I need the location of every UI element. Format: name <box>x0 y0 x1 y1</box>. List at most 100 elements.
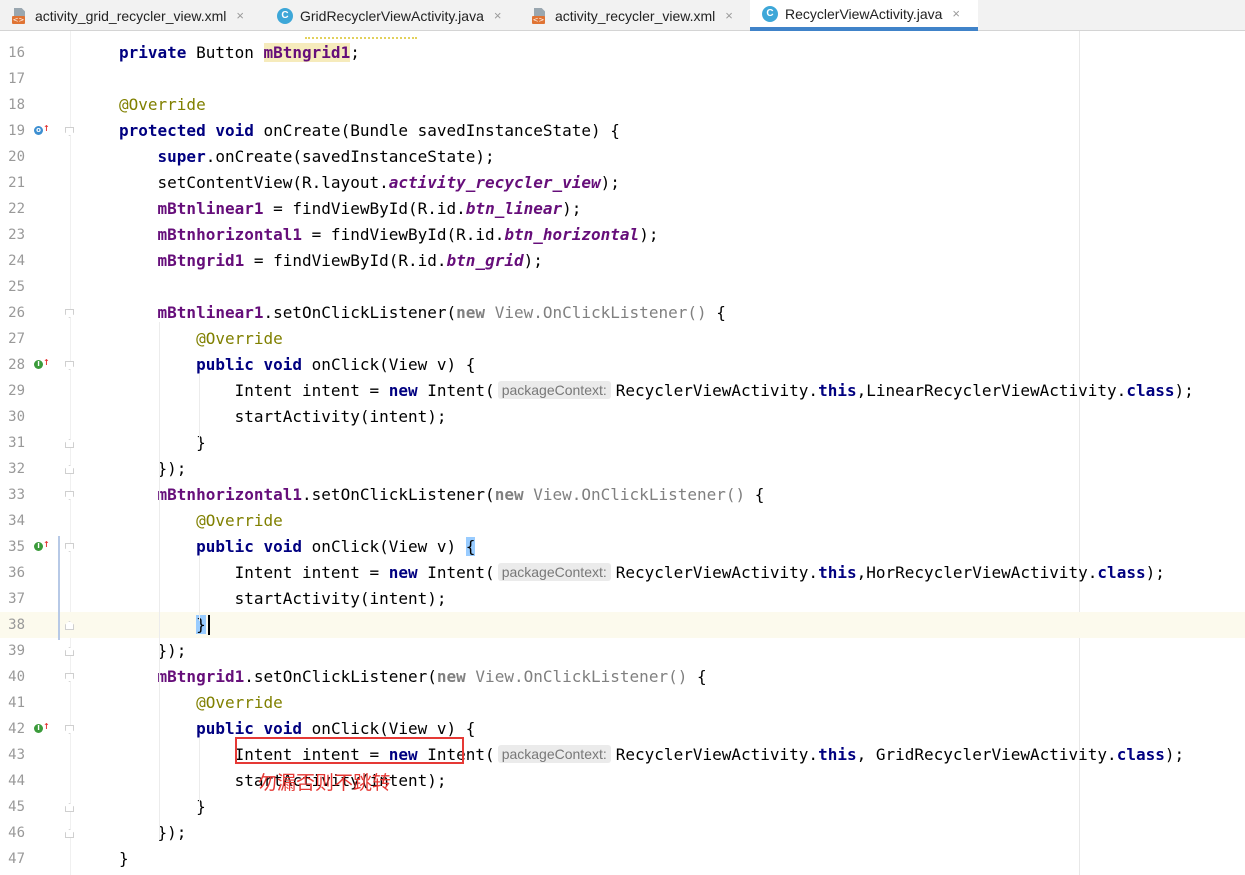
line-number[interactable]: 42 <box>0 716 25 742</box>
code-text[interactable]: }); <box>119 638 187 664</box>
code-text[interactable]: @Override <box>119 508 283 534</box>
line-number[interactable]: 40 <box>0 664 25 690</box>
line-number[interactable]: 21 <box>0 170 25 196</box>
code-line[interactable]: 31 } <box>0 430 1245 456</box>
line-number[interactable]: 41 <box>0 690 25 716</box>
code-text[interactable]: private Button mBtngrid1; <box>119 40 360 66</box>
code-line[interactable]: 34 @Override <box>0 508 1245 534</box>
code-line[interactable]: 30 startActivity(intent); <box>0 404 1245 430</box>
code-line[interactable]: 26 mBtnlinear1.setOnClickListener(new Vi… <box>0 300 1245 326</box>
code-text[interactable]: Intent intent = new Intent(packageContex… <box>119 560 1165 586</box>
line-number[interactable]: 28 <box>0 352 25 378</box>
line-number[interactable]: 47 <box>0 846 25 872</box>
code-line[interactable]: 28 public void onClick(View v) { <box>0 352 1245 378</box>
implement-method-icon[interactable]: I ↑ <box>34 719 50 734</box>
code-editor[interactable]: 16 private Button mBtngrid1; 17 18 @Override… <box>0 31 1245 875</box>
code-text[interactable]: @Override <box>119 690 283 716</box>
code-line[interactable]: 46 }); <box>0 820 1245 846</box>
tab-activity-grid-recycler-view-xml[interactable]: <> activity_grid_recycler_view.xml × <box>0 0 265 31</box>
code-text[interactable]: } <box>119 430 206 456</box>
code-line[interactable]: 41 @Override <box>0 690 1245 716</box>
vcs-change-marker[interactable] <box>58 536 60 640</box>
line-number[interactable]: 37 <box>0 586 25 612</box>
code-text[interactable]: mBtngrid1.setOnClickListener(new View.On… <box>119 664 707 690</box>
code-line[interactable]: 27 @Override <box>0 326 1245 352</box>
code-line[interactable]: 35 public void onClick(View v) { <box>0 534 1245 560</box>
code-line[interactable]: 43 Intent intent = new Intent(packageCon… <box>0 742 1245 768</box>
code-line[interactable]: 32 }); <box>0 456 1245 482</box>
line-number[interactable]: 35 <box>0 534 25 560</box>
line-number[interactable]: 30 <box>0 404 25 430</box>
code-line[interactable]: 38 } <box>0 612 1245 638</box>
code-text[interactable]: mBtngrid1 = findViewById(R.id.btn_grid); <box>119 248 543 274</box>
implement-method-icon[interactable]: I ↑ <box>34 537 50 552</box>
code-line[interactable]: 29 Intent intent = new Intent(packageCon… <box>0 378 1245 404</box>
code-line[interactable]: 24 mBtngrid1 = findViewById(R.id.btn_gri… <box>0 248 1245 274</box>
close-icon[interactable]: × <box>494 8 502 23</box>
line-number[interactable]: 29 <box>0 378 25 404</box>
close-icon[interactable]: × <box>725 8 733 23</box>
line-number[interactable]: 25 <box>0 274 25 300</box>
code-line[interactable]: 18 @Override <box>0 92 1245 118</box>
code-text[interactable]: mBtnlinear1 = findViewById(R.id.btn_line… <box>119 196 582 222</box>
line-number[interactable]: 39 <box>0 638 25 664</box>
code-text[interactable]: public void onClick(View v) { <box>119 534 476 560</box>
code-text[interactable]: public void onClick(View v) { <box>119 352 475 378</box>
line-number[interactable]: 22 <box>0 196 25 222</box>
code-text[interactable]: super.onCreate(savedInstanceState); <box>119 144 495 170</box>
line-number[interactable]: 23 <box>0 222 25 248</box>
code-text[interactable]: setContentView(R.layout.activity_recycle… <box>119 170 620 196</box>
code-text[interactable]: mBtnhorizontal1 = findViewById(R.id.btn_… <box>119 222 659 248</box>
line-number[interactable]: 26 <box>0 300 25 326</box>
code-line[interactable]: 36 Intent intent = new Intent(packageCon… <box>0 560 1245 586</box>
code-text[interactable]: }); <box>119 820 187 846</box>
code-line[interactable]: 37 startActivity(intent); <box>0 586 1245 612</box>
code-text[interactable]: } <box>119 612 206 638</box>
code-text[interactable]: Intent intent = new Intent(packageContex… <box>119 378 1194 404</box>
code-text[interactable]: startActivity(intent); <box>119 586 447 612</box>
code-line[interactable]: 20 super.onCreate(savedInstanceState); <box>0 144 1245 170</box>
line-number[interactable]: 33 <box>0 482 25 508</box>
code-text[interactable]: mBtnhorizontal1.setOnClickListener(new V… <box>119 482 765 508</box>
code-text[interactable]: startActivity(intent); <box>119 404 447 430</box>
code-text[interactable]: } <box>119 846 129 872</box>
line-number[interactable]: 27 <box>0 326 25 352</box>
code-line[interactable]: 40 mBtngrid1.setOnClickListener(new View… <box>0 664 1245 690</box>
code-line[interactable]: 39 }); <box>0 638 1245 664</box>
code-line[interactable]: 17 <box>0 66 1245 92</box>
code-text[interactable]: mBtnlinear1.setOnClickListener(new View.… <box>119 300 726 326</box>
code-line[interactable]: 44 startActivity(intent); <box>0 768 1245 794</box>
code-line[interactable]: 45 } <box>0 794 1245 820</box>
code-text[interactable]: @Override <box>119 326 283 352</box>
line-number[interactable]: 31 <box>0 430 25 456</box>
close-icon[interactable]: × <box>952 6 960 21</box>
tab-activity-recycler-view-xml[interactable]: <> activity_recycler_view.xml × <box>520 0 750 31</box>
code-text[interactable]: }); <box>119 456 187 482</box>
code-line[interactable]: 33 mBtnhorizontal1.setOnClickListener(ne… <box>0 482 1245 508</box>
line-number[interactable]: 43 <box>0 742 25 768</box>
tab-recycler-view-activity-java[interactable]: C RecyclerViewActivity.java × <box>750 0 978 31</box>
code-line[interactable]: 25 <box>0 274 1245 300</box>
code-text[interactable]: @Override <box>119 92 206 118</box>
close-icon[interactable]: × <box>236 8 244 23</box>
line-number[interactable]: 36 <box>0 560 25 586</box>
code-line[interactable]: 22 mBtnlinear1 = findViewById(R.id.btn_l… <box>0 196 1245 222</box>
line-number[interactable]: 32 <box>0 456 25 482</box>
code-line[interactable]: 47} <box>0 846 1245 872</box>
code-line[interactable]: 42 public void onClick(View v) { <box>0 716 1245 742</box>
override-method-icon[interactable]: o ↑ <box>34 121 50 136</box>
line-number[interactable]: 19 <box>0 118 25 144</box>
line-number[interactable]: 34 <box>0 508 25 534</box>
code-line[interactable]: 16 private Button mBtngrid1; <box>0 40 1245 66</box>
code-line[interactable]: 19 protected void onCreate(Bundle savedIn… <box>0 118 1245 144</box>
line-number[interactable]: 16 <box>0 40 25 66</box>
line-number[interactable]: 20 <box>0 144 25 170</box>
implement-method-icon[interactable]: I ↑ <box>34 355 50 370</box>
code-text[interactable]: protected void onCreate(Bundle savedInst… <box>119 118 620 144</box>
line-number[interactable]: 46 <box>0 820 25 846</box>
line-number[interactable]: 44 <box>0 768 25 794</box>
line-number[interactable]: 38 <box>0 612 25 638</box>
line-number[interactable]: 18 <box>0 92 25 118</box>
code-line[interactable]: 23 mBtnhorizontal1 = findViewById(R.id.b… <box>0 222 1245 248</box>
code-line[interactable]: 21 setContentView(R.layout.activity_recy… <box>0 170 1245 196</box>
